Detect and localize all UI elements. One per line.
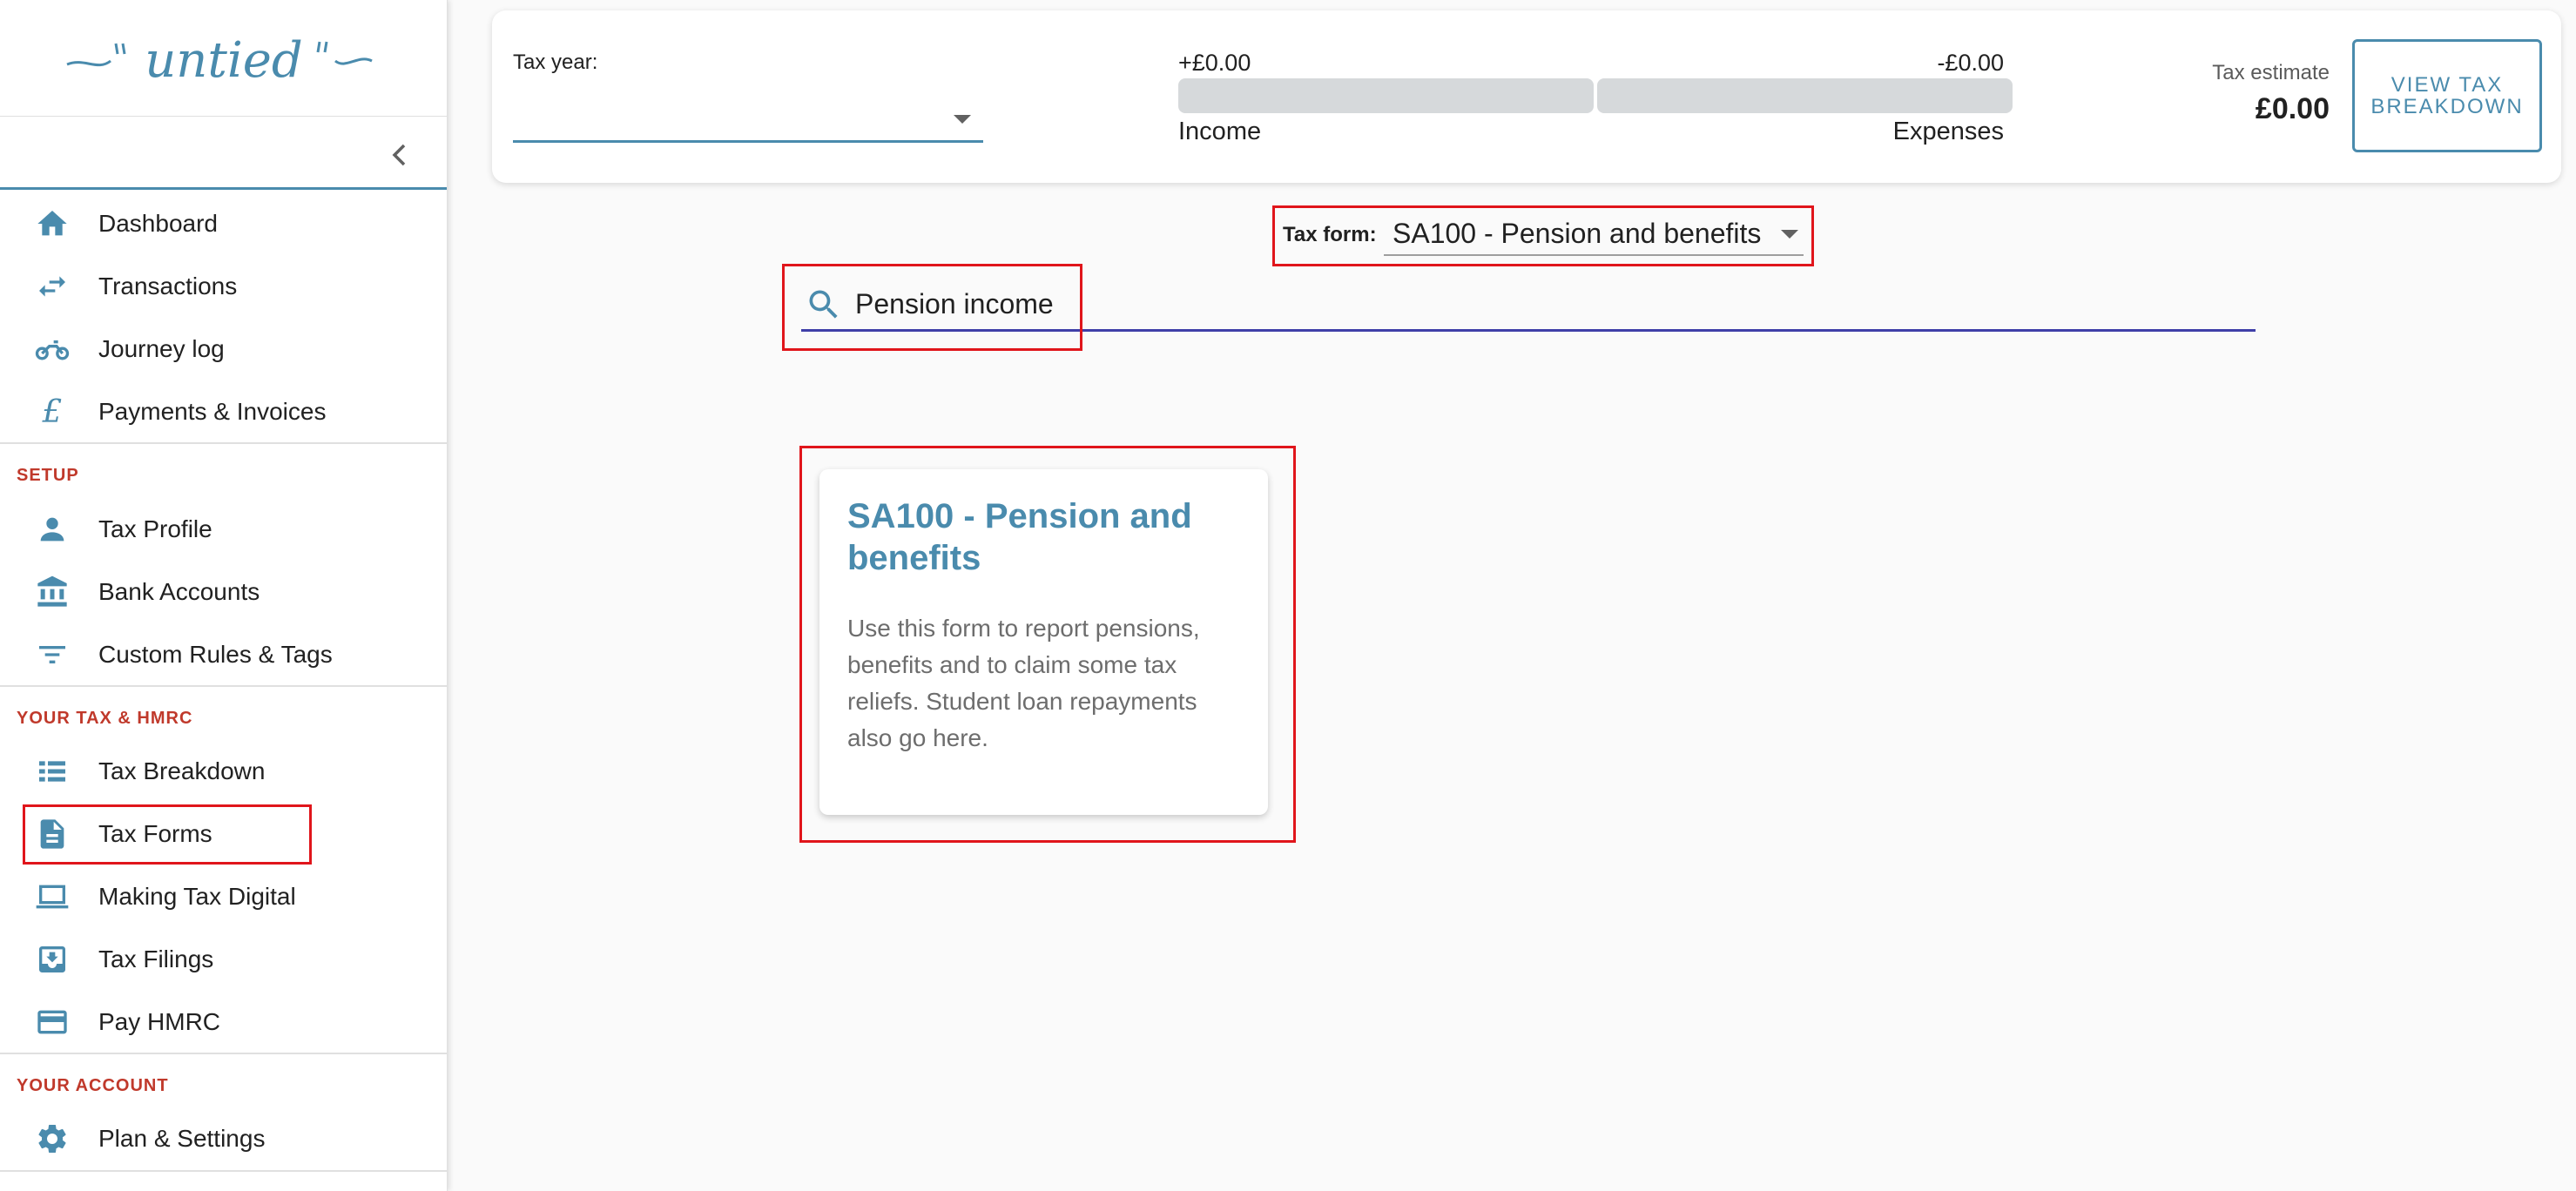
expenses-bar: [1597, 78, 2013, 113]
tax-form-card-title: SA100 - Pension and benefits: [847, 497, 1192, 577]
nav-label-tax-breakdown: Tax Breakdown: [98, 757, 266, 784]
person-icon: [35, 512, 70, 547]
nav-item-bank-accounts[interactable]: Bank Accounts: [0, 561, 448, 623]
income-value: +£0.00: [1178, 50, 1251, 76]
search-underline: [801, 329, 2256, 332]
tax-form-value: SA100 - Pension and benefits: [1393, 218, 1762, 249]
nav-label-dashboard: Dashboard: [98, 210, 218, 237]
untied-logo[interactable]: untied: [58, 19, 389, 98]
nav-item-dashboard[interactable]: Dashboard: [0, 192, 448, 255]
logo-area: untied: [0, 0, 447, 117]
nav-label-tax-filings: Tax Filings: [98, 945, 214, 972]
home-icon: [35, 206, 70, 241]
divider: [0, 1170, 448, 1172]
nav-item-tax-profile[interactable]: Tax Profile: [0, 498, 448, 561]
pound-icon: £: [42, 394, 63, 430]
filter-icon: [35, 637, 70, 672]
swap-arrows-icon: [35, 269, 70, 304]
nav-item-making-tax-digital[interactable]: Making Tax Digital: [0, 865, 448, 928]
tax-form-label: Tax form:: [1283, 223, 1377, 246]
nav-item-plan-settings[interactable]: Plan & Settings: [0, 1107, 448, 1170]
section-label-your-account: YOUR ACCOUNT: [17, 1076, 169, 1095]
nav-label-transactions: Transactions: [98, 273, 238, 299]
chevron-left-icon: [392, 144, 406, 166]
view-tax-breakdown-button[interactable]: VIEW TAX BREAKDOWN: [2352, 39, 2542, 152]
search-icon: [809, 290, 838, 319]
inbox-download-icon: [35, 942, 70, 977]
list-icon: [35, 754, 70, 789]
nav-label-journey-log: Journey log: [98, 335, 225, 362]
motorbike-icon: [35, 332, 70, 367]
nav-label-making-tax-digital: Making Tax Digital: [98, 883, 296, 910]
collapse-row: [0, 117, 447, 190]
credit-card-icon: [35, 1005, 70, 1040]
document-icon: [35, 817, 70, 851]
nav-label-tax-profile: Tax Profile: [98, 515, 212, 542]
caret-down-icon: [954, 115, 971, 124]
tax-estimate-label: Tax estimate: [2212, 61, 2330, 84]
nav-item-journey-log[interactable]: Journey log: [0, 318, 448, 380]
nav-item-pay-hmrc[interactable]: Pay HMRC: [0, 991, 448, 1053]
nav-label-tax-forms: Tax Forms: [98, 820, 212, 847]
svg-text:untied: untied: [145, 32, 303, 89]
tax-form-card-description: Use this form to report pensions, benefi…: [847, 615, 1200, 751]
tax-estimate-value: £0.00: [2255, 92, 2330, 125]
laptop-icon: [35, 879, 70, 914]
nav-item-tax-filings[interactable]: Tax Filings: [0, 928, 448, 991]
nav-label-payments-invoices: Payments & Invoices: [98, 398, 327, 425]
income-label: Income: [1178, 118, 1262, 145]
tax-form-selector: Tax form: SA100 - Pension and benefits: [1272, 205, 1814, 266]
nav-item-tax-forms[interactable]: Tax Forms: [0, 803, 448, 865]
nav-label-plan-settings: Plan & Settings: [98, 1125, 266, 1152]
nav-item-payments-invoices[interactable]: £ Payments & Invoices: [0, 380, 448, 443]
nav-item-transactions[interactable]: Transactions: [0, 255, 448, 318]
tax-form-card[interactable]: SA100 - Pension and benefits Use this fo…: [819, 469, 1268, 815]
caret-down-icon: [1781, 230, 1798, 239]
section-label-setup: SETUP: [17, 466, 79, 485]
nav-item-tax-breakdown[interactable]: Tax Breakdown: [0, 740, 448, 803]
divider: [0, 685, 448, 687]
tax-summary-card: Tax year: +£0.00 -£0.00 Income Expenses …: [492, 10, 2561, 183]
nav-label-custom-rules-tags: Custom Rules & Tags: [98, 641, 333, 668]
gear-icon: [35, 1121, 70, 1156]
nav-item-custom-rules-tags[interactable]: Custom Rules & Tags: [0, 623, 448, 686]
tax-year-label: Tax year:: [513, 50, 598, 74]
search-bar: [801, 270, 2256, 334]
divider: [0, 442, 448, 444]
tax-year-select[interactable]: [513, 94, 983, 143]
collapse-sidebar-button[interactable]: [382, 138, 417, 172]
expenses-value: -£0.00: [1937, 50, 2004, 76]
sidebar: untied Dashboard Transactions Journey lo…: [0, 0, 448, 1191]
nav-label-pay-hmrc: Pay HMRC: [98, 1008, 221, 1035]
nav-label-bank-accounts: Bank Accounts: [98, 578, 260, 605]
income-bar: [1178, 78, 1594, 113]
divider: [0, 1053, 448, 1054]
search-input[interactable]: [855, 282, 2214, 326]
tax-form-select[interactable]: SA100 - Pension and benefits: [1384, 211, 1804, 256]
section-label-your-tax-hmrc: YOUR TAX & HMRC: [17, 709, 193, 728]
expenses-label: Expenses: [1892, 118, 2004, 145]
bank-icon: [35, 575, 70, 609]
